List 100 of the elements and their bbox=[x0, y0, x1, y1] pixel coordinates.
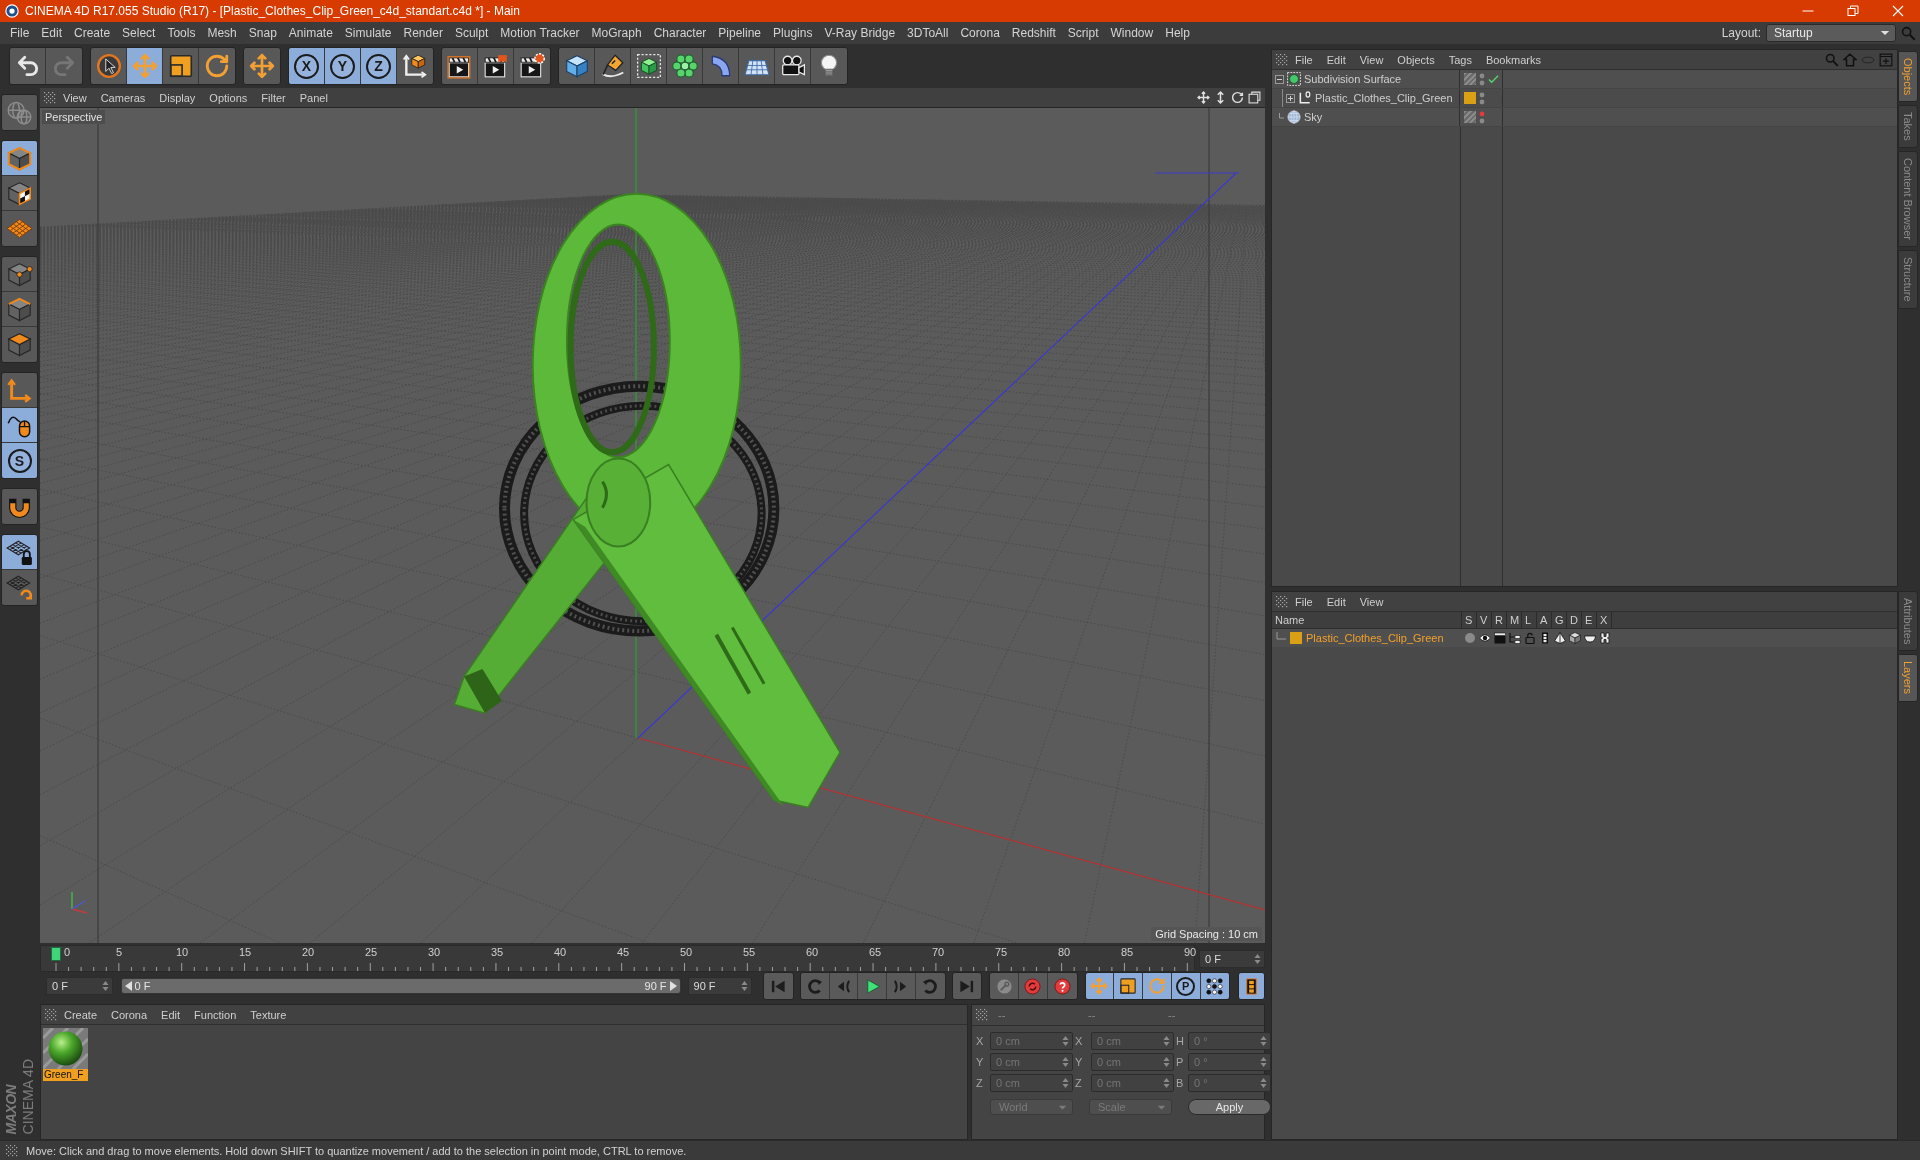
menu-item[interactable]: Corona bbox=[954, 26, 1006, 40]
menu-item[interactable]: View bbox=[56, 91, 94, 104]
rotate-key-filter-button[interactable] bbox=[1143, 973, 1172, 999]
menu-item[interactable]: Bookmarks bbox=[1478, 53, 1548, 66]
menu-item[interactable]: Texture bbox=[243, 1008, 294, 1021]
model-mode-button[interactable] bbox=[2, 141, 37, 176]
layer-swatch-icon[interactable] bbox=[1464, 73, 1476, 85]
side-tab[interactable]: Layers bbox=[1898, 654, 1918, 702]
move-tool-button[interactable] bbox=[127, 48, 163, 84]
menu-item[interactable]: V-Ray Bridge bbox=[818, 26, 902, 40]
layer-row[interactable]: Plastic_Clothes_Clip_Green bbox=[1272, 629, 1897, 647]
cloner-button[interactable] bbox=[667, 48, 703, 84]
play-button[interactable] bbox=[858, 973, 888, 999]
menu-item[interactable]: Edit bbox=[154, 1008, 188, 1021]
menu-item[interactable]: Options bbox=[202, 91, 255, 104]
render-settings-button[interactable] bbox=[514, 48, 550, 84]
menu-item[interactable]: Objects bbox=[1390, 53, 1442, 66]
menu-item[interactable]: 3DToAll bbox=[901, 26, 955, 40]
end-frame-field[interactable]: 90 F bbox=[687, 977, 753, 995]
grid-rotate-button[interactable] bbox=[2, 570, 37, 605]
autokey-button[interactable] bbox=[1019, 973, 1048, 999]
selection-tool-button[interactable] bbox=[91, 48, 127, 84]
menu-item[interactable]: Animate bbox=[282, 26, 339, 40]
start-frame-field[interactable]: 0 F bbox=[46, 977, 113, 995]
axis-mode-button[interactable] bbox=[2, 373, 37, 408]
last-button[interactable] bbox=[951, 972, 983, 1000]
menu-item[interactable]: File bbox=[1288, 53, 1320, 66]
axis-lock-button[interactable]: Y bbox=[325, 48, 361, 84]
check-icon[interactable] bbox=[1488, 73, 1499, 85]
edges-mode-button[interactable] bbox=[2, 292, 37, 327]
menu-item[interactable]: Edit bbox=[1319, 53, 1353, 66]
object-name[interactable]: Subdivision Surface bbox=[1304, 73, 1402, 85]
menu-item[interactable]: Plugins bbox=[767, 26, 819, 40]
menu-item[interactable]: Motion Tracker bbox=[494, 26, 586, 40]
timeline-window-button[interactable] bbox=[1238, 972, 1265, 1000]
keyselection-button[interactable] bbox=[1047, 973, 1077, 999]
layer-color-icon[interactable] bbox=[1290, 632, 1302, 644]
material-name[interactable]: Green_F bbox=[43, 1069, 88, 1081]
apply-button[interactable]: Apply bbox=[1188, 1099, 1271, 1115]
collapse-box-icon[interactable] bbox=[1275, 74, 1284, 84]
scale-tool-button[interactable] bbox=[163, 48, 199, 84]
menu-item[interactable]: Snap bbox=[242, 26, 283, 40]
tweak-mode-button[interactable] bbox=[2, 408, 37, 443]
scale-key-filter-button[interactable] bbox=[1114, 973, 1143, 999]
playhead-marker[interactable] bbox=[51, 947, 61, 961]
move-key-filter-button[interactable] bbox=[1085, 973, 1115, 999]
polygons-mode-button[interactable] bbox=[2, 327, 37, 362]
pan-icon[interactable] bbox=[1197, 91, 1210, 104]
menu-item[interactable]: View bbox=[1352, 53, 1391, 66]
layout-dropdown[interactable]: Startup bbox=[1766, 24, 1896, 42]
maximize-icon[interactable] bbox=[1248, 91, 1261, 104]
object-row[interactable]: Subdivision Surface bbox=[1272, 70, 1897, 89]
menu-item[interactable]: Sculpt bbox=[448, 26, 495, 40]
object-row[interactable]: Plastic_Clothes_Clip_Green bbox=[1272, 89, 1897, 108]
visibility-dots-icon[interactable] bbox=[1479, 72, 1485, 86]
camera-button[interactable] bbox=[775, 48, 811, 84]
prevkey-button[interactable] bbox=[800, 973, 830, 999]
menu-item[interactable]: Filter bbox=[254, 91, 293, 104]
subdivision-button[interactable] bbox=[631, 48, 667, 84]
floor-button[interactable] bbox=[739, 48, 775, 84]
nextkey-button[interactable] bbox=[915, 973, 945, 999]
menu-item[interactable]: Pipeline bbox=[712, 26, 768, 40]
object-row[interactable]: Sky bbox=[1272, 108, 1897, 127]
axis-lock-button[interactable]: X bbox=[289, 48, 325, 84]
menu-item[interactable]: Redshift bbox=[1005, 26, 1062, 40]
texture-mode-button[interactable] bbox=[2, 176, 37, 211]
menu-item[interactable]: Corona bbox=[104, 1008, 155, 1021]
grid-lock-button[interactable] bbox=[2, 535, 37, 570]
magnet-button[interactable] bbox=[1, 488, 38, 525]
zoom-arrows-icon[interactable] bbox=[1214, 91, 1227, 104]
layer-color-icon[interactable] bbox=[1464, 92, 1476, 104]
menu-item[interactable]: Simulate bbox=[338, 26, 398, 40]
points-mode-button[interactable] bbox=[2, 257, 37, 292]
menu-item[interactable]: Function bbox=[187, 1008, 244, 1021]
snap-button[interactable]: S bbox=[2, 443, 37, 478]
menu-item[interactable]: File bbox=[4, 26, 36, 40]
deformer-button[interactable] bbox=[703, 48, 739, 84]
rotate-tool-button[interactable] bbox=[199, 48, 235, 84]
menu-item[interactable]: Character bbox=[647, 26, 713, 40]
menu-item[interactable]: Mesh bbox=[201, 26, 243, 40]
expand-box-icon[interactable] bbox=[1286, 93, 1295, 103]
menu-item[interactable]: Help bbox=[1159, 26, 1196, 40]
menu-item[interactable]: Create bbox=[57, 1008, 105, 1021]
points-key-filter-button[interactable] bbox=[1200, 973, 1230, 999]
undo-button[interactable] bbox=[10, 48, 46, 84]
object-name[interactable]: Plastic_Clothes_Clip_Green bbox=[1315, 92, 1453, 104]
layer-swatch-icon[interactable] bbox=[1464, 111, 1476, 123]
render-button[interactable] bbox=[478, 48, 514, 84]
frame-field[interactable]: 0 F bbox=[1199, 949, 1265, 968]
menu-item[interactable]: Display bbox=[152, 91, 203, 104]
menu-item[interactable]: MoGraph bbox=[585, 26, 648, 40]
light-button[interactable] bbox=[811, 48, 847, 84]
layer-name[interactable]: Plastic_Clothes_Clip_Green bbox=[1306, 632, 1444, 644]
cube-button[interactable] bbox=[559, 48, 595, 84]
frame-range-bar[interactable]: 0 F 90 F bbox=[121, 979, 680, 993]
keyrecord-button[interactable] bbox=[990, 973, 1020, 999]
pen-button[interactable] bbox=[595, 48, 631, 84]
side-tab[interactable]: Objects bbox=[1898, 51, 1918, 103]
menu-item[interactable]: Tools bbox=[161, 26, 202, 40]
menu-item[interactable]: File bbox=[1288, 595, 1320, 608]
